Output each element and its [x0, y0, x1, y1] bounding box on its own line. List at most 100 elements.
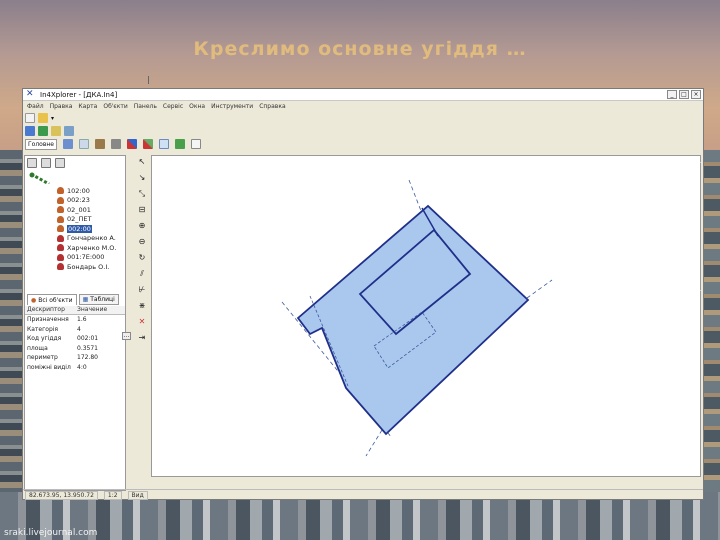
property-row[interactable]: площа 0.3571: [25, 344, 125, 354]
toolbar-row-2: [25, 125, 74, 137]
zoom-in-icon[interactable]: ⊕: [139, 221, 146, 231]
tree-item[interactable]: Бондарь О.І.: [57, 262, 129, 272]
window-icon[interactable]: [159, 139, 169, 149]
menu-map[interactable]: Карта: [78, 103, 97, 110]
rotate-icon[interactable]: ↻: [139, 253, 146, 263]
tab-tables[interactable]: ▦ Таблиці: [78, 294, 119, 305]
open-folder-icon[interactable]: [38, 113, 48, 123]
tree-item-label: 002:00: [67, 224, 92, 233]
property-value: 172.80: [77, 354, 98, 362]
map-drawing: [281, 179, 553, 457]
property-row[interactable]: периметр 172.80: [25, 353, 125, 363]
panel-tabs: ● Всі об'єкти ▦ Таблиці: [25, 294, 125, 305]
tab-all-objects-label: Всі об'єкти: [38, 296, 73, 304]
tree-root-icon[interactable]: [29, 172, 51, 184]
zoom-out-icon[interactable]: ⊖: [139, 237, 146, 247]
person-icon: [57, 196, 64, 204]
toolbar-row-1: ▾: [25, 112, 54, 124]
property-row[interactable]: поміжні виділ 4:0: [25, 363, 125, 373]
property-value: 4:0: [77, 363, 87, 371]
person-icon: [57, 263, 64, 271]
paste-icon[interactable]: [79, 139, 89, 149]
settings-icon[interactable]: [64, 126, 74, 136]
tree-item[interactable]: 102:00: [57, 186, 129, 196]
tree-item[interactable]: Гончаренко А.: [57, 234, 129, 244]
minimize-button[interactable]: _: [667, 90, 677, 99]
menu-tools[interactable]: Инструменти: [211, 103, 253, 110]
axis-line-4: [365, 429, 383, 457]
property-value: 4: [77, 325, 81, 333]
cut-icon[interactable]: [127, 139, 137, 149]
window-title: In4Xplorer - [ДКА.In4]: [40, 90, 118, 99]
new-file-icon[interactable]: [25, 113, 35, 123]
restore-button[interactable]: □: [679, 90, 689, 99]
tree-item-label: 02_ПЕТ: [67, 215, 92, 224]
parallel-line-icon[interactable]: ⫽: [140, 269, 144, 279]
move-vertex-icon[interactable]: ⤡: [139, 189, 145, 199]
property-key: Код угіддя: [27, 335, 62, 343]
property-row[interactable]: Призначення 1.6: [25, 315, 125, 325]
property-key: площа: [27, 344, 48, 352]
document-icon[interactable]: [191, 139, 201, 149]
property-row[interactable]: Категорія 4: [25, 325, 125, 335]
perpendicular-icon[interactable]: ⊬: [139, 285, 146, 295]
snap-icon[interactable]: ⋇: [139, 301, 146, 311]
delete-node-icon[interactable]: [143, 139, 153, 149]
app-window: ✕ In4Xplorer - [ДКА.In4] _ □ × Файл Прав…: [22, 88, 704, 500]
window-edge-markers: — —: [695, 158, 702, 294]
print-icon[interactable]: [51, 126, 61, 136]
person-icon: [57, 215, 64, 223]
save-icon[interactable]: [25, 126, 35, 136]
end-icon[interactable]: ⇥: [139, 333, 146, 343]
menu-edit[interactable]: Правка: [50, 103, 73, 110]
properties-header: Дескриптор Значение: [25, 306, 125, 315]
export-icon[interactable]: [175, 139, 185, 149]
menu-windows[interactable]: Окна: [189, 103, 205, 110]
tree-item[interactable]: 001:7Е:000: [57, 253, 129, 263]
property-value: 1.6: [77, 316, 87, 324]
measure-icon[interactable]: ⊟: [139, 205, 146, 215]
bag-icon[interactable]: [95, 139, 105, 149]
menu-panel[interactable]: Панель: [134, 103, 157, 110]
property-row[interactable]: Код угіддя 002:01: [25, 334, 125, 344]
close-button[interactable]: ×: [691, 90, 701, 99]
menu-objects[interactable]: Об'єкти: [103, 103, 127, 110]
sort-icon[interactable]: [41, 158, 51, 168]
tree-item[interactable]: 002:00: [57, 224, 129, 234]
tree-item-label: 102:00: [67, 186, 90, 195]
menu-file[interactable]: Файл: [27, 103, 44, 110]
tab-all-objects[interactable]: ● Всі об'єкти: [27, 294, 77, 305]
cursor-caret: [148, 76, 149, 84]
tree-item[interactable]: 002:23: [57, 196, 129, 206]
select-arrow-icon[interactable]: ↖: [139, 157, 146, 167]
tree-item[interactable]: 02_001: [57, 205, 129, 215]
binoculars-icon[interactable]: [27, 158, 37, 168]
pointer-node-icon[interactable]: ↘: [139, 173, 146, 183]
edit-value-button[interactable]: …: [122, 332, 131, 340]
person-icon: [57, 253, 64, 261]
vertical-toolbar: ↖ ↘ ⤡ ⊟ ⊕ ⊖ ↻ ⫽ ⊬ ⋇ ✕ ⇥: [136, 155, 148, 491]
header-descriptor: Дескриптор: [27, 306, 65, 313]
app-logo-icon: ✕: [26, 89, 34, 99]
delete-icon[interactable]: ✕: [139, 317, 146, 327]
tree-item[interactable]: 02_ПЕТ: [57, 215, 129, 225]
copy-icon[interactable]: [63, 139, 73, 149]
tab-main[interactable]: Головне: [25, 138, 57, 150]
property-key: Призначення: [27, 316, 69, 324]
person-icon: [57, 244, 64, 252]
layers-icon[interactable]: [38, 126, 48, 136]
properties-table: Дескриптор Значение Призначення 1.6 Катего…: [25, 306, 125, 372]
lock-icon[interactable]: [111, 139, 121, 149]
tree-item[interactable]: Харченко М.О.: [57, 243, 129, 253]
status-bar: 82.673.95, 13.950.72 1:2 Вид: [23, 489, 703, 500]
menu-help[interactable]: Справка: [259, 103, 285, 110]
tree-item-label: Бондарь О.І.: [67, 262, 110, 271]
objects-tab-icon: ●: [31, 296, 37, 304]
frame-icon[interactable]: [55, 158, 65, 168]
dropdown-arrow-icon[interactable]: ▾: [51, 115, 54, 122]
menu-service[interactable]: Сервіс: [163, 103, 183, 110]
map-canvas[interactable]: [151, 155, 701, 477]
property-key: периметр: [27, 354, 58, 362]
tab-tables-label: Таблиці: [90, 296, 115, 303]
tree-item-label: 001:7Е:000: [67, 253, 105, 262]
